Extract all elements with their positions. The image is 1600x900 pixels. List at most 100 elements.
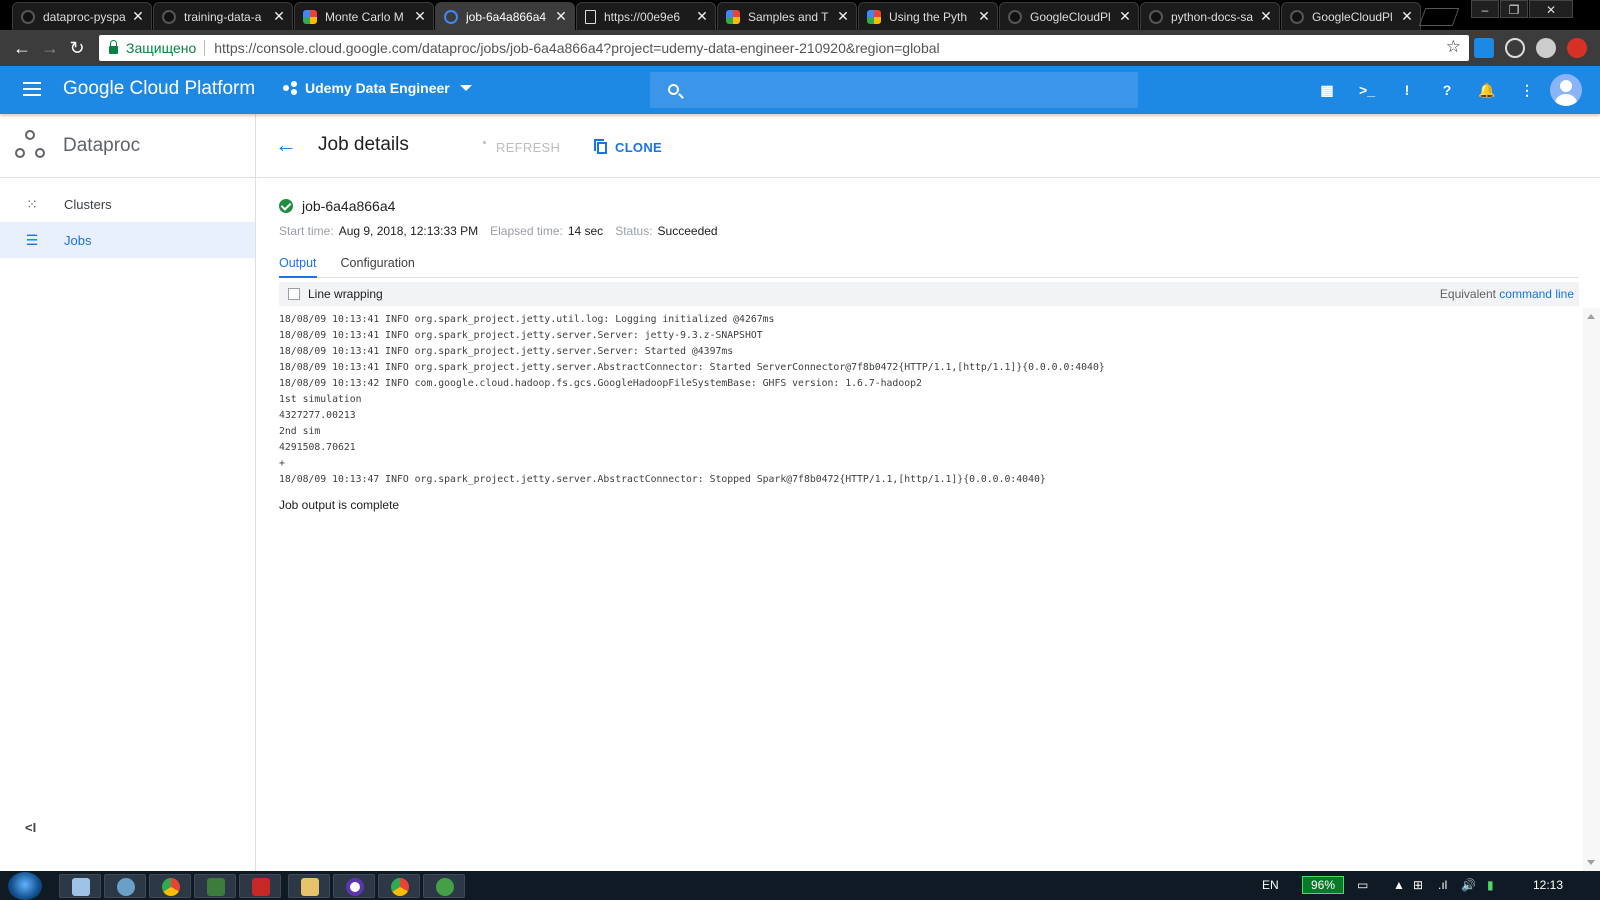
language-indicator[interactable]: EN <box>1262 878 1279 892</box>
document-icon <box>585 9 596 24</box>
taskbar-app-button[interactable] <box>104 874 146 898</box>
feedback-icon[interactable]: ! <box>1396 79 1418 101</box>
close-icon[interactable]: ✕ <box>131 8 145 25</box>
browser-tab-title: https://00e9e6 <box>604 9 681 24</box>
taskbar-app-button[interactable] <box>423 874 465 898</box>
taskbar-app-button[interactable] <box>378 874 420 898</box>
close-icon[interactable]: ✕ <box>272 8 286 25</box>
sidebar-item-jobs[interactable]: ☰ Jobs <box>0 222 255 258</box>
taskbar-app-button[interactable] <box>333 874 375 898</box>
notifications-icon[interactable]: 🔔 <box>1476 79 1498 101</box>
taskbar-app-button[interactable] <box>149 874 191 898</box>
signal-icon[interactable]: .ıl <box>1438 878 1447 892</box>
close-icon[interactable]: ✕ <box>1400 8 1414 25</box>
close-icon[interactable]: ✕ <box>977 8 991 25</box>
close-icon[interactable]: ✕ <box>1118 8 1132 25</box>
url-field[interactable]: Защищено https://console.cloud.google.co… <box>99 35 1469 61</box>
gift-icon[interactable]: ▦ <box>1316 79 1338 101</box>
collapse-sidebar-icon[interactable]: <I <box>25 820 36 835</box>
taskbar-app-button[interactable] <box>239 874 281 898</box>
start-button[interactable] <box>8 872 42 900</box>
brand-title[interactable]: Google Cloud Platform <box>63 78 255 100</box>
scroll-up-icon[interactable] <box>1587 314 1595 319</box>
taskbar-app-button[interactable] <box>59 874 101 898</box>
more-vert-icon[interactable]: ⋮ <box>1516 79 1538 101</box>
job-complete-message: Job output is complete <box>279 498 400 512</box>
folder-icon <box>301 878 319 896</box>
close-icon[interactable]: ✕ <box>1259 8 1273 25</box>
project-name: Udemy Data Engineer <box>305 80 450 96</box>
browser-tab-title: job-6a4a866a4 <box>466 9 547 24</box>
browser-tab[interactable]: Samples and T ✕ <box>717 2 857 30</box>
github-icon <box>1149 9 1163 24</box>
minimize-icon[interactable]: – <box>1471 0 1499 18</box>
divider <box>204 40 206 56</box>
back-arrow-icon[interactable]: ← <box>12 38 32 58</box>
log-line: 18/08/09 10:13:47 INFO org.spark_project… <box>279 474 1046 485</box>
clock[interactable]: 12:13 <box>1533 878 1563 892</box>
avatar[interactable] <box>1550 74 1582 106</box>
tray-app-icon[interactable]: ▮ <box>1487 878 1494 892</box>
restore-icon[interactable]: ❐ <box>1500 0 1528 18</box>
github-icon <box>1290 9 1304 24</box>
extension-icon[interactable] <box>1536 38 1556 58</box>
project-selector[interactable]: Udemy Data Engineer <box>283 80 472 96</box>
clone-button[interactable]: CLONE <box>594 138 662 155</box>
refresh-button[interactable]: REFRESH <box>483 140 560 155</box>
menu-icon[interactable] <box>23 82 41 96</box>
browser-tab[interactable]: Monte Carlo M ✕ <box>294 2 434 30</box>
log-line: 18/08/09 10:13:41 INFO org.spark_project… <box>279 314 775 325</box>
dataproc-icon <box>15 129 47 162</box>
project-dots-icon <box>283 81 297 95</box>
log-line: 2nd sim <box>279 426 321 437</box>
browser-tab[interactable]: GoogleCloudPl ✕ <box>999 2 1139 30</box>
volume-icon[interactable]: 🔊 <box>1461 878 1476 892</box>
close-icon[interactable]: ✕ <box>413 8 427 25</box>
show-hidden-icon[interactable]: ▲ <box>1393 878 1405 892</box>
dataproc-icon <box>444 9 458 24</box>
taskbar-app-button[interactable] <box>288 874 330 898</box>
tab-output[interactable]: Output <box>279 250 317 278</box>
help-icon[interactable]: ? <box>1436 79 1458 101</box>
log-line: 18/08/09 10:13:41 INFO org.spark_project… <box>279 330 763 341</box>
extension-icon[interactable] <box>1567 38 1587 58</box>
forward-arrow-icon[interactable]: → <box>40 38 60 58</box>
battery-indicator[interactable]: 96% <box>1302 876 1344 894</box>
extension-icon[interactable] <box>1474 38 1494 58</box>
close-icon[interactable]: ✕ <box>695 8 709 25</box>
job-meta: Start time: Aug 9, 2018, 12:13:33 PM Ela… <box>279 224 730 238</box>
search-icon <box>668 84 679 95</box>
window-close-icon[interactable]: ✕ <box>1529 0 1573 18</box>
sidebar-item-clusters[interactable]: ⁙ Clusters <box>0 186 255 222</box>
pdf-icon <box>252 878 270 896</box>
taskbar-app-button[interactable] <box>194 874 236 898</box>
bookmark-star-icon[interactable]: ☆ <box>1446 37 1461 57</box>
browser-tab[interactable]: GoogleCloudPl ✕ <box>1281 2 1421 30</box>
browser-tab[interactable]: training-data-a ✕ <box>153 2 293 30</box>
app-icon <box>117 878 135 896</box>
close-icon[interactable]: ✕ <box>836 8 850 25</box>
google-cloud-icon <box>303 9 317 24</box>
scroll-down-icon[interactable] <box>1587 860 1595 865</box>
log-line: 18/08/09 10:13:41 INFO org.spark_project… <box>279 346 734 357</box>
browser-tab[interactable]: https://00e9e6 ✕ <box>576 2 716 30</box>
line-wrapping-checkbox[interactable] <box>288 288 300 300</box>
back-arrow-icon[interactable]: ← <box>275 134 297 156</box>
vertical-scrollbar[interactable] <box>1583 308 1600 871</box>
tab-configuration[interactable]: Configuration <box>341 250 415 278</box>
browser-tab[interactable]: python-docs-sa ✕ <box>1140 2 1280 30</box>
cloud-shell-icon[interactable]: >_ <box>1356 79 1378 101</box>
browser-tab[interactable]: dataproc-pyspa ✕ <box>12 2 152 30</box>
search-input[interactable] <box>650 72 1138 108</box>
new-tab-button[interactable] <box>1418 8 1460 26</box>
job-header: job-6a4a866a4 <box>279 198 395 214</box>
reload-icon[interactable]: ↻ <box>67 38 87 58</box>
power-icon[interactable]: ▭ <box>1357 878 1368 892</box>
windows-flag-icon[interactable]: ⊞ <box>1413 878 1423 892</box>
job-id: job-6a4a866a4 <box>302 198 396 214</box>
browser-tab-active[interactable]: job-6a4a866a4 ✕ <box>435 2 575 30</box>
close-icon[interactable]: ✕ <box>554 8 568 25</box>
browser-tab[interactable]: Using the Pyth ✕ <box>858 2 998 30</box>
extension-icon[interactable] <box>1505 38 1525 58</box>
command-line-link[interactable]: command line <box>1499 287 1574 301</box>
